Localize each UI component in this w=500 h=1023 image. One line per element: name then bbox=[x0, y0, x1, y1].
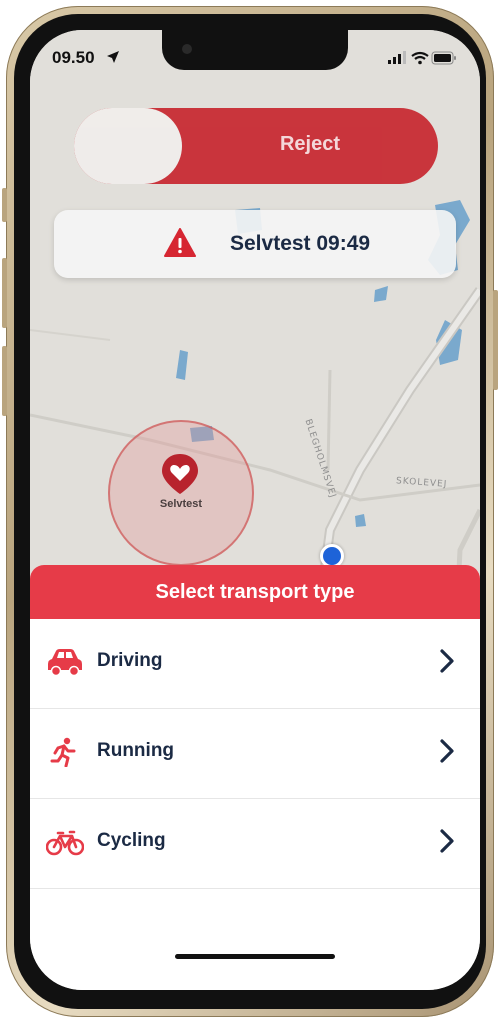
wifi-icon bbox=[411, 51, 429, 65]
location-arrow-icon bbox=[107, 51, 119, 63]
home-indicator[interactable] bbox=[175, 954, 335, 959]
battery-icon bbox=[431, 51, 456, 65]
reject-label: Reject bbox=[279, 133, 341, 155]
bicycle-icon bbox=[46, 830, 84, 856]
geofence-label: Selvtest bbox=[159, 498, 203, 510]
sheet-header: Select transport type bbox=[30, 565, 480, 619]
status-time: 09.50 bbox=[52, 48, 95, 67]
volume-up-button bbox=[2, 258, 7, 328]
chevron-right-icon bbox=[440, 739, 454, 763]
power-button bbox=[493, 290, 498, 390]
alert-text: Selvtest 09:49 bbox=[230, 232, 371, 255]
option-label: Cycling bbox=[97, 830, 166, 851]
screen: BLEGHOLMSVEJ SKOLEVEJ Selvtest 09.50 Rej… bbox=[30, 30, 480, 990]
slider-knob[interactable] bbox=[74, 108, 182, 184]
chevron-right-icon bbox=[440, 829, 454, 853]
reject-slider[interactable]: Reject bbox=[74, 108, 438, 184]
volume-down-button bbox=[2, 346, 7, 416]
car-icon bbox=[48, 649, 82, 677]
chevron-right-icon bbox=[440, 649, 454, 673]
running-icon bbox=[50, 737, 76, 767]
sheet-title: Select transport type bbox=[155, 581, 355, 603]
front-camera bbox=[182, 44, 192, 54]
status-bar: 09.50 bbox=[30, 30, 480, 86]
transport-type-sheet: Select transport type Driving Running Cy… bbox=[30, 565, 480, 990]
alert-banner[interactable]: Selvtest 09:49 bbox=[54, 210, 456, 278]
option-driving[interactable]: Driving bbox=[30, 619, 480, 709]
status-icons bbox=[388, 51, 456, 70]
warning-icon bbox=[164, 228, 196, 257]
option-label: Running bbox=[97, 740, 175, 761]
option-running[interactable]: Running bbox=[30, 709, 480, 799]
geofence-circle[interactable]: Selvtest bbox=[108, 420, 254, 566]
option-cycling[interactable]: Cycling bbox=[30, 799, 480, 889]
mute-switch bbox=[2, 188, 7, 222]
option-label: Driving bbox=[97, 650, 163, 671]
cellular-signal-icon bbox=[388, 51, 406, 64]
